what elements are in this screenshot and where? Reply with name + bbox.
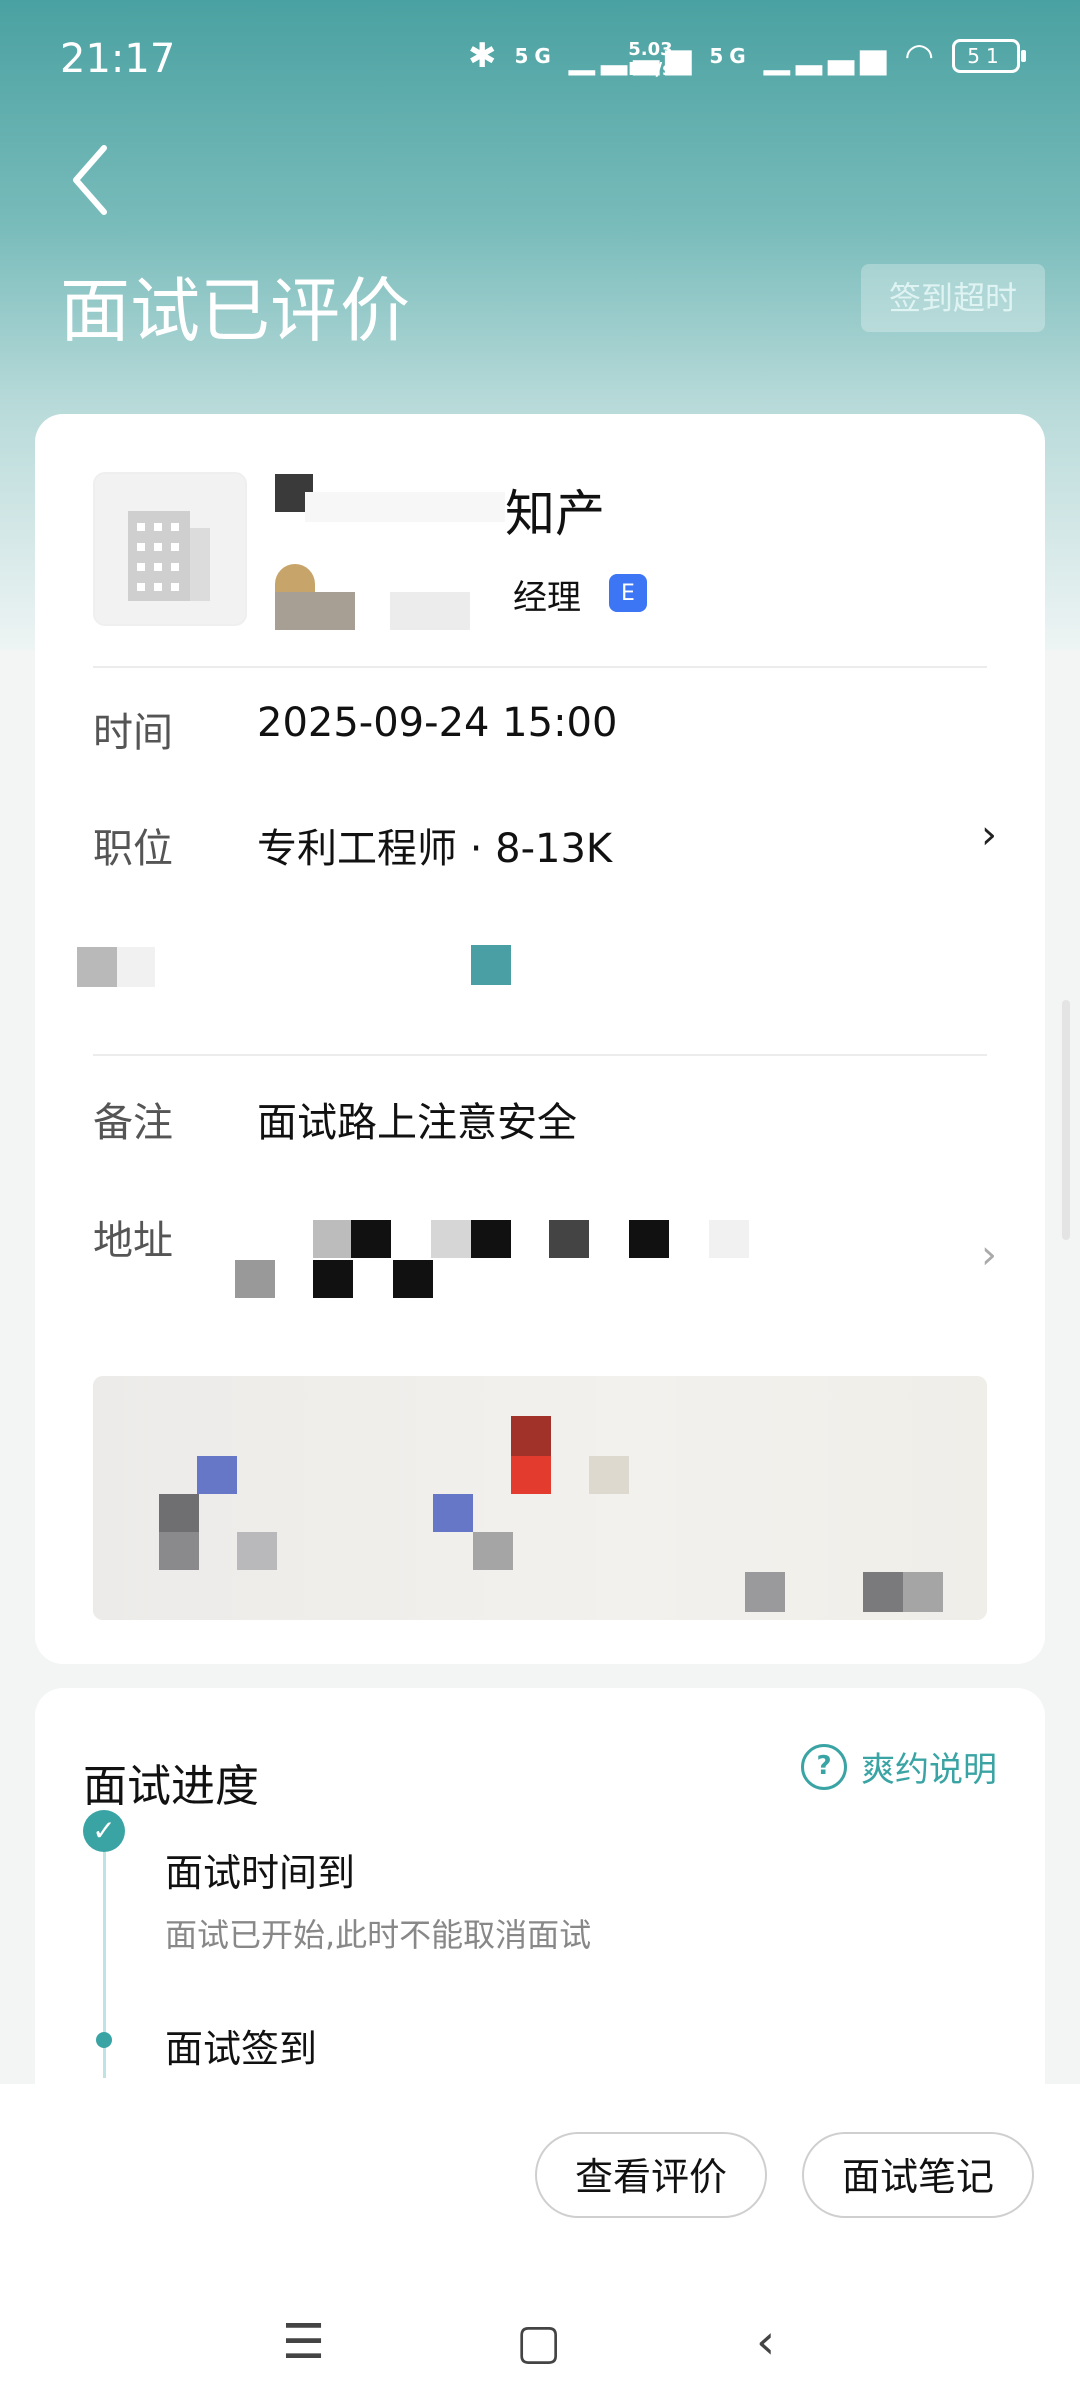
note-value: 面试路上注意安全 [257,1100,577,1146]
signal-5g-label: 5G [514,44,557,68]
check-circle-icon: ✓ [83,1810,125,1852]
no-show-explanation-label: 爽约说明 [861,1750,997,1790]
step-title: 面试签到 [165,2027,318,2071]
back-button[interactable] [66,140,126,220]
time-label: 时间 [93,710,173,756]
home-icon[interactable]: ▢ [516,2314,561,2370]
redacted-block [275,592,355,630]
company-logo [93,472,247,626]
map-tile [473,1532,513,1570]
redacted-block [305,492,505,522]
redacted-block [351,1220,391,1258]
redacted-block [313,1260,353,1298]
redacted-block [471,945,511,985]
map-tile [903,1572,943,1612]
battery-icon: 51 [952,39,1026,73]
progress-section-title: 面试进度 [83,1761,259,1812]
redacted-block [393,1260,433,1298]
redacted-block [313,1220,351,1258]
step-subtitle: 面试已开始,此时不能取消面试 [165,1916,592,1954]
map-marker [433,1494,473,1532]
map-pin [511,1456,551,1494]
menu-icon[interactable]: ☰ [282,2314,325,2370]
scrollbar[interactable] [1062,1000,1070,1240]
map-tile [237,1532,277,1570]
position-label: 职位 [93,826,173,872]
interview-notes-button[interactable]: 面试笔记 [802,2132,1034,2218]
signal-icon: ▁▂▃▅ [568,36,698,76]
chevron-left-icon [73,145,107,215]
no-show-explanation-link[interactable]: ? 爽约说明 [801,1742,997,1791]
signal-5g-label-2: 5G [709,44,752,68]
bottom-action-bar: 查看评价 面试笔记 ☰ ▢ ‹ [0,2084,1080,2401]
time-value: 2025-09-24 15:00 [257,700,618,746]
redacted-block [431,1220,471,1258]
redacted-block [471,1220,511,1258]
map-tile [159,1494,199,1532]
bluetooth-icon: ✱ [467,36,503,76]
role-badge-icon: E [609,574,647,612]
map-marker [197,1456,237,1494]
view-evaluation-button[interactable]: 查看评价 [535,2132,767,2218]
step-title: 面试时间到 [165,1851,356,1895]
building-icon [128,511,210,601]
redacted-block [77,947,117,987]
divider [93,1054,987,1056]
address-map[interactable] [93,1376,987,1620]
map-tile [745,1572,785,1612]
redacted-block [709,1220,749,1258]
company-name: 知产 [505,485,605,543]
contact-role: 经理 [513,578,581,618]
map-pin-top [511,1416,551,1456]
status-icons: ✱ 5G ▁▂▃▅ 5G ▁▂▃▅ ◠ 51 [467,36,1026,76]
chevron-right-icon: › [981,812,997,858]
note-label: 备注 [93,1100,173,1146]
status-time: 21:17 [60,36,176,82]
redacted-block [549,1220,589,1258]
redacted-block [629,1220,669,1258]
divider [93,666,987,668]
map-tile [863,1572,903,1612]
back-nav-icon[interactable]: ‹ [756,2314,775,2370]
question-circle-icon: ? [801,1743,847,1790]
wifi-icon: ◠ [904,36,940,76]
redacted-block [235,1260,275,1298]
redacted-block [117,947,155,987]
chevron-right-icon: › [981,1232,997,1278]
signal-icon-2: ▁▂▃▅ [763,36,893,76]
checkin-status-tag: 签到超时 [861,264,1045,332]
address-label: 地址 [93,1218,173,1264]
page-title: 面试已评价 [60,270,410,352]
status-bar: 21:17 5.03 KB/s ✱ 5G ▁▂▃▅ 5G ▁▂▃▅ ◠ 51 [0,0,1080,120]
map-tile [589,1456,629,1494]
redacted-block [390,592,470,630]
timeline-dot [96,2032,112,2048]
interview-info-card: 知产 经理 E 时间 2025-09-24 15:00 职位 专利工程师 · 8… [35,414,1045,1664]
map-tile [159,1532,199,1570]
position-value: 专利工程师 · 8-13K [257,826,613,872]
map-background [93,1376,987,1620]
